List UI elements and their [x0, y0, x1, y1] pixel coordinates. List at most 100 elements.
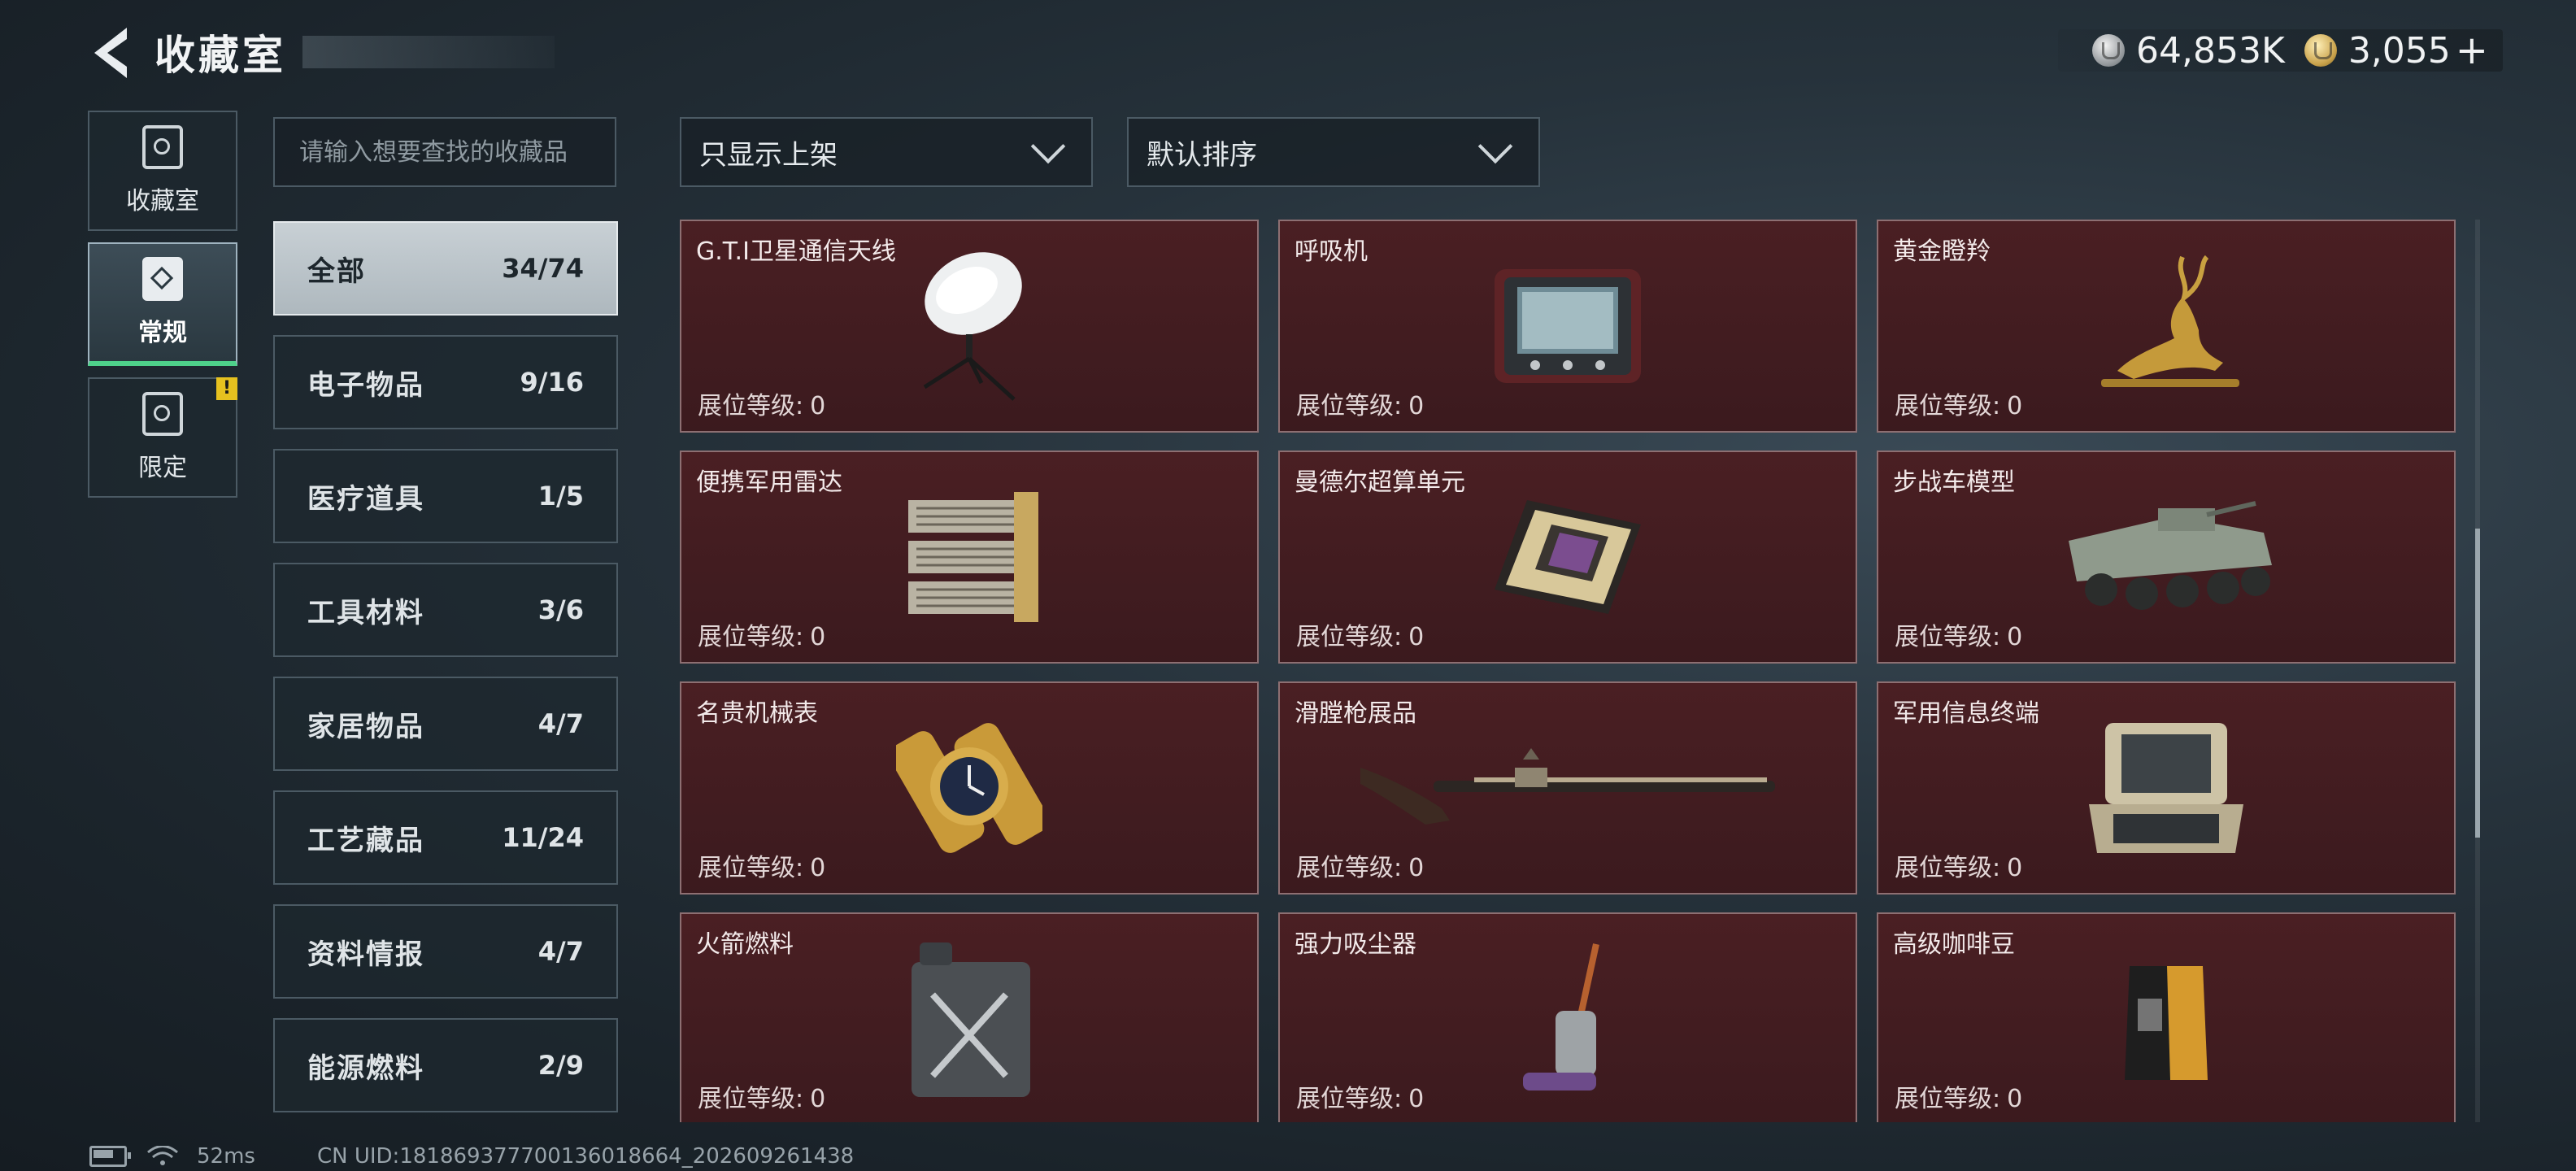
- category-medical[interactable]: 医疗道具 1/5: [273, 449, 618, 543]
- level-value: 0: [1408, 623, 1425, 651]
- category-name: 资料情报: [307, 938, 424, 971]
- vacuum-cleaner-icon: [1523, 943, 1599, 1090]
- musket-icon: [1360, 748, 1775, 825]
- category-count: 4/7: [537, 936, 584, 967]
- collection-card[interactable]: 步战车模型 展位等级: 0: [1877, 451, 2456, 664]
- display-filter-value: 只显示上架: [699, 138, 838, 172]
- category-count: 2/9: [537, 1050, 584, 1081]
- category-name: 家居物品: [307, 710, 424, 743]
- grid-scrollbar[interactable]: [2475, 220, 2480, 1122]
- back-button[interactable]: [88, 24, 140, 81]
- search-input[interactable]: [275, 119, 615, 185]
- chevron-down-icon: [1030, 128, 1066, 164]
- category-all[interactable]: 全部 34/74: [273, 221, 618, 316]
- collection-card[interactable]: 滑膛枪展品 展位等级: 0: [1278, 681, 1857, 895]
- portable-radar-icon: [908, 492, 1038, 622]
- level-value: 0: [810, 1085, 826, 1113]
- category-count: 1/5: [537, 481, 584, 511]
- level-value: 0: [2007, 854, 2023, 882]
- gold-currency: 3,055 +: [2304, 28, 2488, 73]
- item-name: 呼吸机: [1295, 237, 1368, 266]
- item-level: 展位等级: 0: [698, 1078, 825, 1114]
- status-bar: 52ms CN UID:18186937770013601​8664_20260…: [89, 1142, 854, 1171]
- category-name: 工艺藏品: [307, 824, 424, 857]
- level-label: 展位等级:: [698, 392, 804, 420]
- side-tab-label: 限定: [138, 454, 187, 482]
- collection-card[interactable]: 高级咖啡豆 展位等级: 0: [1877, 912, 2456, 1122]
- collection-card[interactable]: G.T.I卫星通信天线 展位等级: 0: [680, 220, 1259, 433]
- level-label: 展位等级:: [1895, 392, 2001, 420]
- side-tab-limited[interactable]: ! 限定: [88, 377, 237, 498]
- level-label: 展位等级:: [1296, 1085, 1403, 1113]
- golden-gazelle-icon: [2101, 255, 2239, 387]
- category-tools[interactable]: 工具材料 3/6: [273, 563, 618, 657]
- category-crafts[interactable]: 工艺藏品 11/24: [273, 790, 618, 885]
- category-electronics[interactable]: 电子物品 9/16: [273, 335, 618, 429]
- level-label: 展位等级:: [698, 1085, 804, 1113]
- item-name: G.T.I卫星通信天线: [696, 237, 896, 266]
- collection-card[interactable]: 呼吸机 展位等级: 0: [1278, 220, 1857, 433]
- level-value: 0: [810, 623, 826, 651]
- side-tab-regular[interactable]: 常规: [88, 242, 237, 366]
- silver-currency: 64,853K: [2092, 30, 2285, 72]
- side-tab-collection-room[interactable]: 收藏室: [88, 111, 237, 231]
- collection-card[interactable]: 军用信息终端 展位等级: 0: [1877, 681, 2456, 895]
- category-household[interactable]: 家居物品 4/7: [273, 677, 618, 771]
- item-level: 展位等级: 0: [1895, 1078, 2022, 1114]
- ifv-model-icon: [2069, 501, 2272, 610]
- supercomputer-unit-icon: [1495, 500, 1641, 614]
- item-level: 展位等级: 0: [698, 385, 825, 421]
- item-level: 展位等级: 0: [1296, 385, 1424, 421]
- item-name: 便携军用雷达: [696, 468, 842, 497]
- add-currency-button[interactable]: +: [2456, 28, 2488, 73]
- military-terminal-icon: [2089, 723, 2243, 853]
- level-label: 展位等级:: [1895, 623, 2001, 651]
- level-value: 0: [810, 854, 826, 882]
- top-bar: 收藏室 64,853K 3,055 +: [0, 0, 2576, 106]
- page-title-wrap: 收藏室: [154, 24, 555, 80]
- coffee-bag-icon: [2125, 966, 2208, 1080]
- item-level: 展位等级: 0: [1895, 847, 2022, 883]
- collection-card[interactable]: 名贵机械表 展位等级: 0: [680, 681, 1259, 895]
- category-fuel[interactable]: 能源燃料 2/9: [273, 1018, 618, 1112]
- sort-value: 默认排序: [1147, 138, 1257, 172]
- level-label: 展位等级:: [698, 854, 804, 882]
- sort-dropdown[interactable]: 默认排序: [1127, 117, 1540, 187]
- item-level: 展位等级: 0: [1296, 1078, 1424, 1114]
- category-count: 34/74: [502, 253, 584, 284]
- item-level: 展位等级: 0: [698, 847, 825, 883]
- level-value: 0: [2007, 623, 2023, 651]
- item-name: 名贵机械表: [696, 699, 818, 728]
- collection-card[interactable]: 便携军用雷达 展位等级: 0: [680, 451, 1259, 664]
- collection-card[interactable]: 黄金瞪羚 展位等级: 0: [1877, 220, 2456, 433]
- category-intel[interactable]: 资料情报 4/7: [273, 904, 618, 999]
- search-box: [273, 117, 616, 187]
- category-name: 医疗道具: [307, 482, 424, 516]
- level-label: 展位等级:: [1895, 1085, 2001, 1113]
- category-count: 4/7: [537, 708, 584, 739]
- category-list: 全部 34/74 电子物品 9/16 医疗道具 1/5 工具材料 3/6 家居物…: [273, 221, 618, 1132]
- fuel-canister-icon: [912, 942, 1030, 1097]
- title-decoration: [302, 36, 555, 68]
- category-name: 工具材料: [307, 596, 424, 629]
- item-level: 展位等级: 0: [1895, 385, 2022, 421]
- collection-card[interactable]: 火箭燃料 展位等级: 0: [680, 912, 1259, 1122]
- currency-panel: 64,853K 3,055 +: [2058, 28, 2503, 73]
- item-level: 展位等级: 0: [1296, 847, 1424, 883]
- level-label: 展位等级:: [1296, 623, 1403, 651]
- battery-icon: [89, 1146, 131, 1167]
- level-value: 0: [1408, 854, 1425, 882]
- display-filter-dropdown[interactable]: 只显示上架: [680, 117, 1093, 187]
- category-name: 全部: [307, 255, 366, 288]
- item-name: 军用信息终端: [1893, 699, 2039, 728]
- item-name: 步战车模型: [1893, 468, 2015, 497]
- side-tab-label: 常规: [138, 319, 187, 347]
- scrollbar-thumb[interactable]: [2475, 529, 2480, 838]
- gold-coin-icon: [2304, 34, 2337, 67]
- collection-card[interactable]: 曼德尔超算单元 展位等级: 0: [1278, 451, 1857, 664]
- wifi-icon: [147, 1146, 178, 1165]
- side-tab-label: 收藏室: [126, 187, 199, 215]
- item-name: 强力吸尘器: [1295, 930, 1416, 959]
- chevron-down-icon: [1477, 128, 1513, 164]
- collection-card[interactable]: 强力吸尘器 展位等级: 0: [1278, 912, 1857, 1122]
